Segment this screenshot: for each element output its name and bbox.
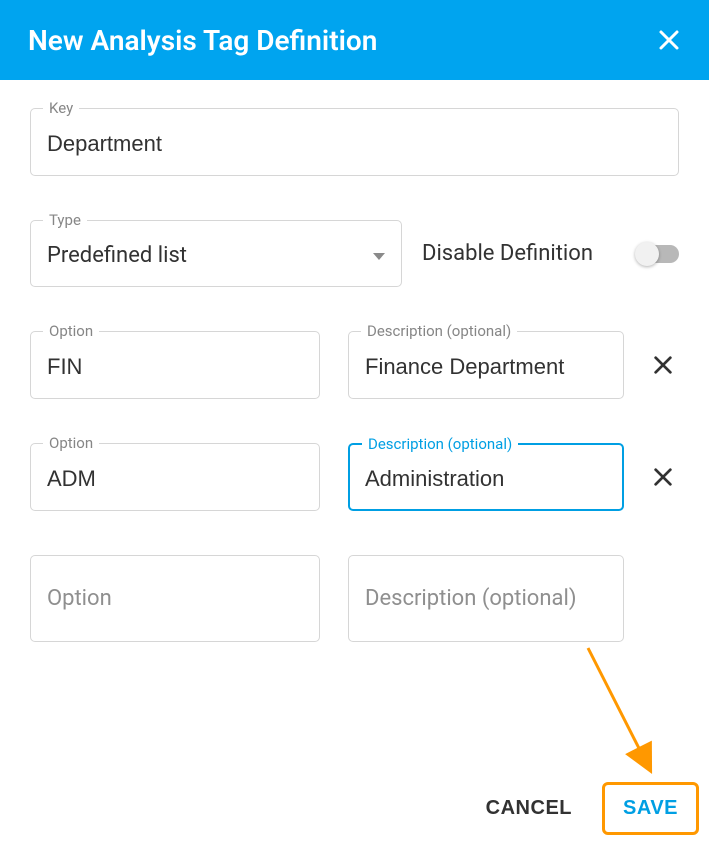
- option-field[interactable]: Option: [30, 443, 320, 511]
- remove-option-icon[interactable]: [652, 466, 674, 488]
- option-row: Option Description (optional): [30, 443, 679, 511]
- type-label: Type: [43, 211, 87, 229]
- chevron-down-icon[interactable]: [373, 246, 385, 265]
- key-field[interactable]: Key: [30, 108, 679, 176]
- dialog-content: Key Type Predefined list Disable Definit…: [0, 80, 709, 642]
- cancel-button[interactable]: CANCEL: [486, 797, 572, 820]
- disable-definition-toggle[interactable]: [637, 245, 679, 263]
- remove-option-icon[interactable]: [652, 354, 674, 376]
- disable-definition-label: Disable Definition: [422, 241, 617, 266]
- option-label: Option: [43, 322, 99, 340]
- option-field-empty[interactable]: Option: [30, 555, 320, 642]
- key-label: Key: [43, 99, 79, 117]
- option-row: Option Description (optional): [30, 331, 679, 399]
- description-placeholder: Description (optional): [365, 586, 607, 611]
- option-row-empty: Option Description (optional): [30, 555, 679, 642]
- option-placeholder: Option: [47, 586, 303, 611]
- toggle-thumb: [635, 242, 659, 266]
- option-input[interactable]: [47, 466, 303, 492]
- dialog-header: New Analysis Tag Definition: [0, 0, 709, 80]
- close-icon[interactable]: [657, 28, 681, 52]
- type-field[interactable]: Type Predefined list: [30, 220, 402, 287]
- description-field-empty[interactable]: Description (optional): [348, 555, 624, 642]
- description-field[interactable]: Description (optional): [348, 331, 624, 399]
- option-input[interactable]: [47, 354, 303, 380]
- description-field[interactable]: Description (optional): [348, 443, 624, 511]
- type-value: Predefined list: [47, 243, 373, 268]
- option-label: Option: [43, 434, 99, 452]
- arrow-annotation-icon: [578, 638, 678, 788]
- description-input[interactable]: [365, 466, 607, 492]
- option-field[interactable]: Option: [30, 331, 320, 399]
- description-label: Description (optional): [361, 322, 517, 340]
- description-input[interactable]: [365, 354, 607, 380]
- key-input[interactable]: [47, 131, 662, 157]
- type-row: Type Predefined list Disable Definition: [30, 220, 679, 287]
- dialog-title: New Analysis Tag Definition: [28, 24, 377, 57]
- dialog-footer: CANCEL SAVE: [486, 782, 699, 835]
- description-label: Description (optional): [362, 435, 518, 453]
- save-button[interactable]: SAVE: [602, 782, 699, 835]
